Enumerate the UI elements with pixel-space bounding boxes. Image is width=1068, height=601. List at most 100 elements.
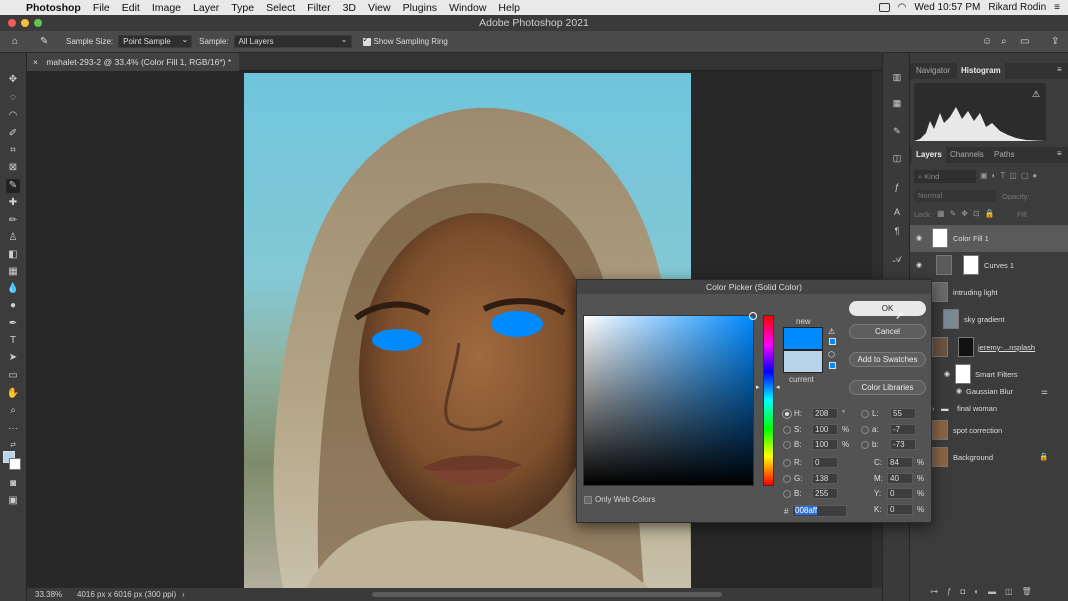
group-row[interactable]: › ▬ final woman [910,401,1068,417]
red-radio[interactable] [783,459,791,467]
ok-button[interactable]: OK [849,301,926,316]
status-more-icon[interactable]: › [182,588,185,601]
lightness-radio[interactable] [861,410,869,418]
blue-input[interactable]: 255 [812,488,838,499]
a-channel-field[interactable]: a: -7 [861,424,929,436]
history-icon[interactable]: ▥ [891,71,903,83]
hex-input[interactable]: 008aff [792,505,847,517]
hue-slider-left-handle[interactable]: ▸ [756,383,760,391]
search-icon[interactable]: ⌕ [1001,36,1007,47]
clock[interactable]: Wed 10:57 PM [914,2,980,13]
magenta-field[interactable]: M: 40 % [865,473,933,485]
black-input[interactable]: 0 [887,504,913,515]
app-menu[interactable]: Photoshop [26,2,81,14]
layer-row[interactable]: jeremy-...nsplash [910,334,1068,361]
character-icon[interactable]: A [891,206,903,218]
saturation-radio[interactable] [783,426,791,434]
hue-slider[interactable] [763,315,774,486]
black-field[interactable]: K: 0 % [865,504,933,516]
healing-tool-icon[interactable]: ✚ [6,196,20,210]
saturation-field[interactable]: S: 100 % [783,424,851,436]
paragraph-icon[interactable]: ¶ [891,225,903,237]
web-safe-color-swatch[interactable] [829,362,836,369]
path-select-tool-icon[interactable]: ➤ [6,351,20,365]
green-field[interactable]: G: 138 [783,473,851,485]
menu-view[interactable]: View [368,2,391,14]
add-to-swatches-button[interactable]: Add to Swatches [849,352,926,367]
visibility-eye-icon[interactable]: ◉ [916,234,922,242]
layer-row[interactable]: ◉ Curves 1 [910,252,1068,279]
cancel-button[interactable]: Cancel [849,324,926,339]
swatches-icon[interactable]: ▦ [891,97,903,109]
filter-row[interactable]: ◉ Gaussian Blur ⚌ [910,384,1068,400]
green-radio[interactable] [783,475,791,483]
more-tools-icon[interactable]: ··· [6,422,20,436]
pen-tool-icon[interactable]: ✒ [6,317,20,331]
hue-field[interactable]: H: 208 ° [783,408,851,420]
layer-row[interactable]: intruding light [910,279,1068,306]
layers-footer-icons[interactable]: ⊶ƒ◘◐▬◫🗑 [930,587,1041,596]
marquee-tool-icon[interactable]: ◌ [6,91,20,105]
rectangle-tool-icon[interactable]: ▭ [6,369,20,383]
brightness-radio[interactable] [783,441,791,449]
saturation-input[interactable]: 100 [812,424,838,435]
status-app-icon[interactable] [878,3,890,12]
layer-filter-icons[interactable]: ▣◐T◫▢● [980,171,1041,180]
menu-plugins[interactable]: Plugins [403,2,437,14]
actions-icon[interactable]: ƒ [891,181,903,193]
eyedropper-preset-icon[interactable]: ✎ [40,36,54,47]
red-input[interactable]: 0 [812,457,838,468]
layer-row[interactable]: Background 🔒 [910,444,1068,471]
zoom-tool-icon[interactable]: ⌕ [6,404,20,418]
tab-layers[interactable]: Layers [912,147,946,163]
menu-filter[interactable]: Filter [307,2,330,14]
web-safe-warning-icon[interactable]: ⬡ [828,350,835,359]
hue-input[interactable]: 208 [812,408,838,419]
out-of-gamut-warning-icon[interactable]: ⚠ [828,327,835,336]
gradient-tool-icon[interactable]: ▦ [6,265,20,279]
home-icon[interactable]: ⌂ [12,36,26,47]
a-channel-radio[interactable] [861,426,869,434]
blend-mode-select[interactable]: Normal [914,190,996,202]
canvas-horizontal-scrollbar[interactable] [372,592,722,597]
move-tool-icon[interactable]: ✥ [6,73,20,87]
menu-3d[interactable]: 3D [343,2,356,14]
user-name[interactable]: Rikard Rodin [988,2,1046,13]
blur-tool-icon[interactable]: 💧 [6,282,20,296]
gamut-color-swatch[interactable] [829,338,836,345]
color-libraries-button[interactable]: Color Libraries [849,380,926,395]
brightness-field[interactable]: B: 100 % [783,439,851,451]
screen-mode-icon[interactable]: ▣ [6,494,20,508]
current-color-swatch[interactable] [783,350,823,373]
glyphs-icon[interactable]: 𝒜 [891,253,903,265]
cyan-input[interactable]: 84 [887,457,913,468]
menu-file[interactable]: File [93,2,110,14]
wifi-icon[interactable]: ◠ [898,2,907,13]
tab-navigator[interactable]: Navigator [912,63,954,79]
histogram-warning-icon[interactable]: ⚠ [1032,89,1040,100]
background-color-swatch[interactable] [9,458,21,470]
quick-select-tool-icon[interactable]: ✐ [6,127,20,141]
minimize-window-icon[interactable] [21,19,29,27]
magenta-input[interactable]: 40 [887,473,913,484]
menu-window[interactable]: Window [449,2,486,14]
tab-paths[interactable]: Paths [990,147,1018,163]
tab-channels[interactable]: Channels [946,147,988,163]
b-channel-field[interactable]: b: -73 [861,439,929,451]
b-channel-input[interactable]: -73 [890,439,916,450]
zoom-level[interactable]: 33.38% [35,588,62,601]
yellow-field[interactable]: Y: 0 % [865,488,933,500]
blue-radio[interactable] [783,490,791,498]
lightness-field[interactable]: L: 55 [861,408,929,420]
hue-radio[interactable] [783,410,791,418]
zoom-window-icon[interactable] [34,19,42,27]
layer-filter-kind[interactable]: ⌕ Kind [914,170,976,183]
crop-tool-icon[interactable]: ⌗ [6,144,20,158]
cyan-field[interactable]: C: 84 % [865,457,933,469]
b-channel-radio[interactable] [861,441,869,449]
show-sampling-ring-checkbox[interactable] [362,35,371,46]
quick-mask-icon[interactable]: ◙ [6,477,20,491]
close-tab-icon[interactable]: × [33,57,38,67]
user-icon[interactable]: ☺ [982,36,992,47]
frame-tool-icon[interactable]: ⊠ [6,161,20,175]
